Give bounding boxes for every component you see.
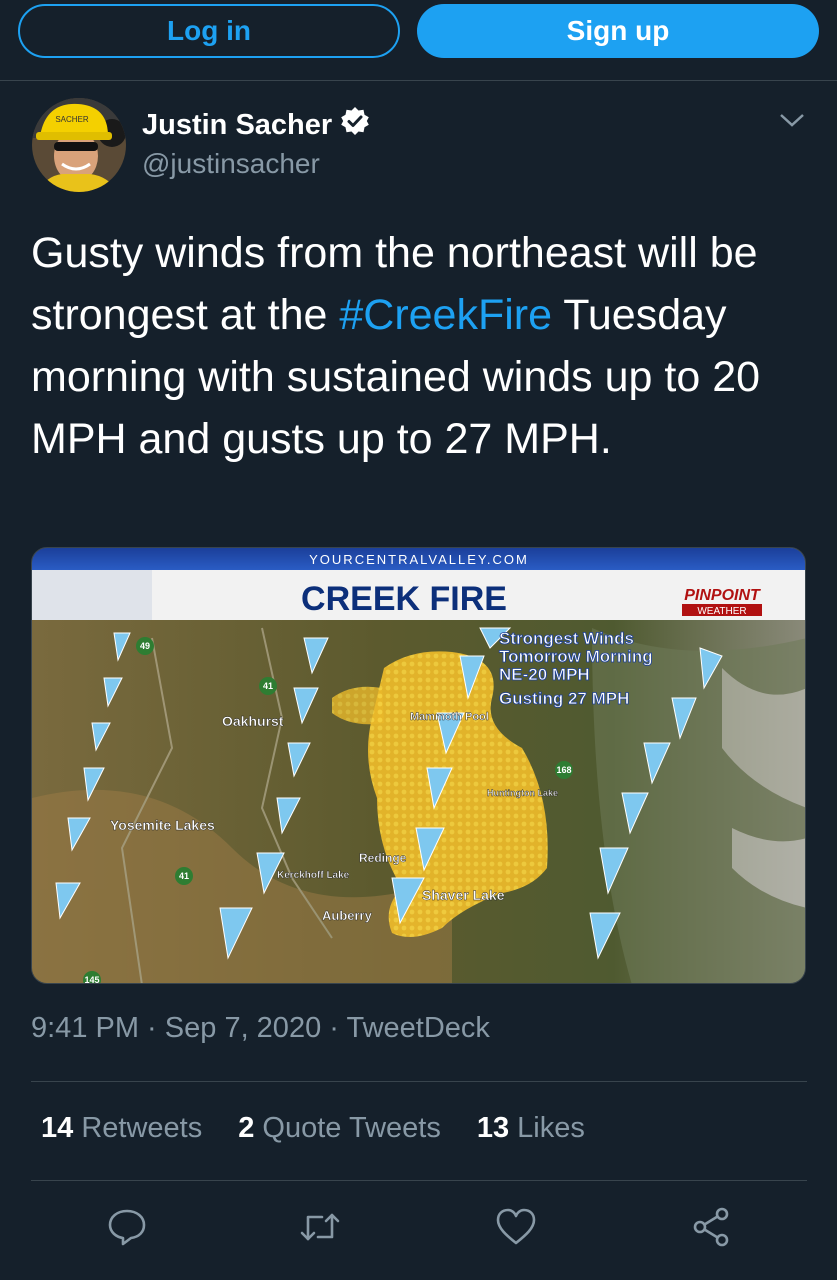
tweet-source: TweetDeck	[346, 1012, 490, 1044]
retweet-icon[interactable]	[298, 1205, 342, 1249]
author-name[interactable]: Justin Sacher	[142, 106, 370, 144]
login-button[interactable]: Log in	[18, 4, 400, 58]
hwy-shield: 49	[140, 641, 150, 651]
quote-tweets-stat[interactable]: 2 Quote Tweets	[238, 1112, 441, 1145]
place-label: Yosemite Lakes	[110, 817, 215, 833]
like-icon[interactable]	[494, 1205, 538, 1249]
divider	[31, 1081, 807, 1082]
callout-line: Gusting 27 MPH	[499, 689, 629, 708]
stat-label: Likes	[517, 1112, 585, 1144]
callout-line: Tomorrow Morning	[499, 647, 653, 666]
callout-line: NE-20 MPH	[499, 665, 590, 684]
place-label: Redinge	[359, 851, 407, 865]
hwy-shield: 41	[263, 681, 273, 691]
place-label: Oakhurst	[222, 713, 284, 729]
hashtag-link[interactable]: #CreekFire	[339, 291, 552, 339]
likes-stat[interactable]: 13 Likes	[477, 1112, 585, 1145]
stat-label: Retweets	[81, 1112, 203, 1144]
place-label: Shaver Lake	[422, 887, 505, 903]
media-site: YOURCENTRALVALLEY.COM	[309, 552, 529, 567]
media-title: CREEK FIRE	[301, 580, 507, 618]
author-handle[interactable]: @justinsacher	[142, 148, 320, 180]
hwy-shield: 41	[179, 871, 189, 881]
tweet-meta: 9:41 PM · Sep 7, 2020 · TweetDeck	[31, 1012, 490, 1045]
top-auth-bar: Log in Sign up	[0, 0, 837, 81]
author-name-text[interactable]: Justin Sacher	[142, 109, 332, 142]
hwy-shield: 145	[84, 975, 99, 984]
retweets-stat[interactable]: 14 Retweets	[41, 1112, 202, 1145]
stat-count: 2	[238, 1112, 255, 1144]
tweet-stats: 14 Retweets 2 Quote Tweets 13 Likes	[41, 1112, 621, 1145]
svg-text:SACHER: SACHER	[55, 115, 89, 124]
stat-count: 14	[41, 1112, 74, 1144]
share-icon[interactable]	[689, 1205, 733, 1249]
tweet-date[interactable]: Sep 7, 2020	[165, 1012, 321, 1044]
verified-badge-icon	[340, 106, 370, 144]
media-brand: PINPOINT	[684, 587, 761, 604]
tweet-media-image[interactable]: YOURCENTRALVALLEY.COM CREEK FIRE PINPOIN…	[31, 547, 806, 984]
tweet-time[interactable]: 9:41 PM	[31, 1012, 139, 1044]
avatar[interactable]: SACHER	[32, 98, 126, 192]
divider	[31, 1180, 807, 1181]
place-label: Huntington Lake	[487, 788, 558, 798]
meta-separator: ·	[321, 1012, 347, 1044]
reply-icon[interactable]	[105, 1205, 149, 1249]
media-brand-sub: WEATHER	[697, 606, 746, 617]
chevron-down-icon[interactable]	[778, 108, 806, 132]
stat-label: Quote Tweets	[262, 1112, 441, 1144]
signup-button[interactable]: Sign up	[417, 4, 819, 58]
callout-line: Strongest Winds	[499, 629, 634, 648]
stat-count: 13	[476, 1112, 510, 1144]
place-label: Kerckhoff Lake	[277, 870, 350, 881]
hwy-shield: 168	[556, 765, 571, 775]
tweet-text: Gusty winds from the northeast will be s…	[31, 222, 811, 470]
place-label: Auberry	[322, 908, 373, 923]
place-label: Mammoth Pool	[410, 711, 489, 723]
meta-separator: ·	[139, 1012, 165, 1044]
